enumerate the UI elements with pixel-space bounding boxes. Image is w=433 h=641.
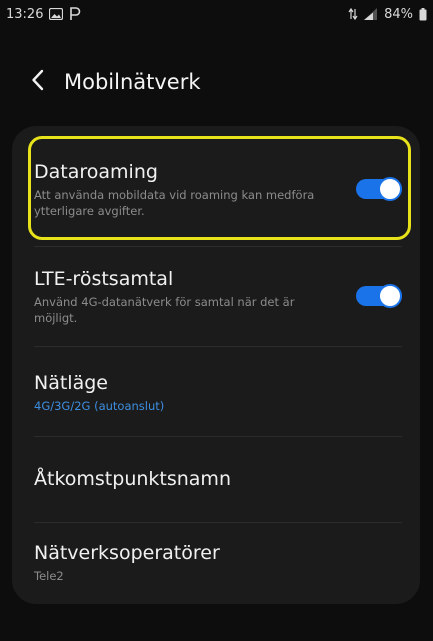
- setting-dataroaming[interactable]: Dataroaming Att använda mobildata vid ro…: [12, 142, 420, 236]
- setting-text: Dataroaming Att använda mobildata vid ro…: [34, 160, 346, 219]
- setting-summary: Att använda mobildata vid roaming kan me…: [34, 187, 315, 218]
- setting-text: Nätläge 4G/3G/2G (autoanslut): [34, 371, 402, 414]
- divider: [34, 436, 402, 437]
- signal-icon: [364, 8, 378, 20]
- setting-text: LTE-röstsamtal Använd 4G-datanätverk för…: [34, 267, 346, 326]
- settings-card: Dataroaming Att använda mobildata vid ro…: [12, 126, 420, 604]
- chevron-left-icon: [31, 69, 45, 95]
- setting-summary: Använd 4G-datanätverk för samtal när det…: [34, 294, 295, 325]
- battery-icon: [419, 7, 427, 21]
- setting-summary: 4G/3G/2G (autoanslut): [34, 398, 165, 413]
- setting-text: Åtkomstpunktsnamn: [34, 467, 402, 491]
- dataroaming-toggle[interactable]: [356, 177, 402, 201]
- toggle-knob: [378, 177, 402, 201]
- app-bar: Mobilnätverk: [0, 58, 433, 106]
- setting-network-mode[interactable]: Nätläge 4G/3G/2G (autoanslut): [12, 348, 420, 436]
- divider: [34, 522, 402, 523]
- toggle-knob: [378, 284, 402, 308]
- setting-title: Dataroaming: [34, 160, 158, 183]
- setting-title: Nätverksoperatörer: [34, 541, 220, 564]
- lte-voice-toggle[interactable]: [356, 284, 402, 308]
- battery-percent: 84%: [384, 6, 413, 22]
- status-bar-right: 84%: [348, 7, 427, 22]
- setting-summary: Tele2: [34, 568, 64, 583]
- setting-title: Åtkomstpunktsnamn: [34, 468, 231, 490]
- status-bar: 13:26 84%: [0, 0, 433, 28]
- page-title: Mobilnätverk: [64, 70, 201, 94]
- setting-lte-voice[interactable]: LTE-röstsamtal Använd 4G-datanätverk för…: [12, 248, 420, 344]
- data-arrows-icon: [348, 7, 358, 21]
- setting-access-point-names[interactable]: Åtkomstpunktsnamn: [12, 438, 420, 520]
- setting-title: LTE-röstsamtal: [34, 267, 174, 290]
- p-notification-icon: [69, 7, 81, 21]
- back-button[interactable]: [14, 58, 62, 106]
- status-bar-left: 13:26: [6, 7, 81, 22]
- gallery-icon: [49, 8, 64, 20]
- setting-title: Nätläge: [34, 371, 108, 394]
- status-time: 13:26: [6, 6, 44, 22]
- setting-text: Nätverksoperatörer Tele2: [34, 541, 402, 584]
- divider: [34, 246, 402, 247]
- setting-network-operators[interactable]: Nätverksoperatörer Tele2: [12, 524, 420, 600]
- divider: [34, 346, 402, 347]
